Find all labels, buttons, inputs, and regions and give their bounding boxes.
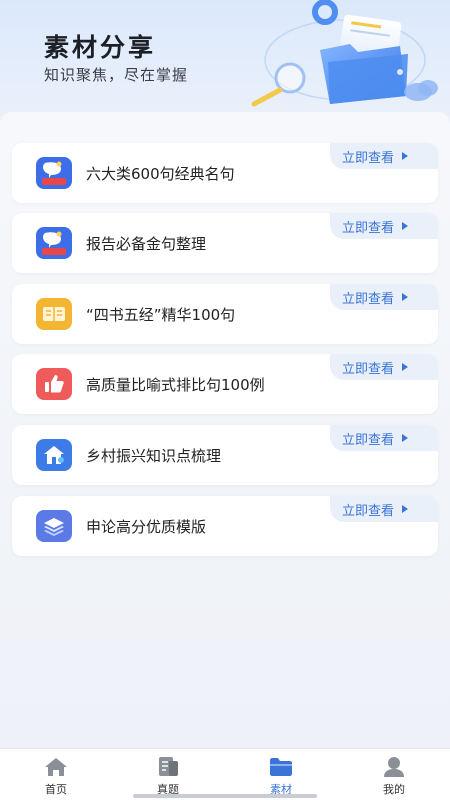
play-arrow-icon xyxy=(402,434,409,442)
thumbs-up-icon xyxy=(36,368,72,400)
card-label: 报告必备金句整理 xyxy=(86,235,207,253)
view-now-label: 立即查看 xyxy=(342,150,395,166)
play-arrow-icon xyxy=(402,293,409,301)
view-now-button[interactable]: 立即查看 xyxy=(330,496,438,522)
material-card-classics[interactable]: “四书五经”精华100句 立即查看 xyxy=(12,284,438,344)
six-categories-icon xyxy=(36,227,72,259)
book-icon xyxy=(36,298,72,330)
card-label: 高质量比喻式排比句100例 xyxy=(86,376,265,394)
profile-icon xyxy=(384,757,404,777)
material-card-essay-templates[interactable]: 申论高分优质模版 立即查看 xyxy=(12,496,438,556)
bottom-tab-bar: 首页 真题 素材 我的 xyxy=(0,748,450,800)
page-title: 素材分享 xyxy=(44,33,157,62)
view-now-label: 立即查看 xyxy=(342,361,395,377)
view-now-button[interactable]: 立即查看 xyxy=(330,354,438,380)
view-now-button[interactable]: 立即查看 xyxy=(330,143,438,169)
six-categories-icon xyxy=(36,157,72,189)
layers-icon xyxy=(36,510,72,542)
view-now-label: 立即查看 xyxy=(342,432,395,448)
material-card-famous-quotes[interactable]: 六大类600句经典名句 立即查看 xyxy=(12,143,438,203)
card-label: 乡村振兴知识点梳理 xyxy=(86,447,222,465)
play-arrow-icon xyxy=(402,363,409,371)
material-card-parallelism[interactable]: 高质量比喻式排比句100例 立即查看 xyxy=(12,354,438,414)
folder-icon xyxy=(270,758,292,776)
home-indicator xyxy=(133,794,317,798)
view-now-label: 立即查看 xyxy=(342,291,395,307)
play-arrow-icon xyxy=(402,505,409,513)
card-label: 六大类600句经典名句 xyxy=(86,165,235,183)
card-label: “四书五经”精华100句 xyxy=(86,306,236,324)
folder-magnifier-illustration xyxy=(251,0,438,107)
view-now-label: 立即查看 xyxy=(342,503,395,519)
view-now-button[interactable]: 立即查看 xyxy=(330,425,438,451)
page-subtitle: 知识聚焦，尽在掌握 xyxy=(44,66,189,84)
play-arrow-icon xyxy=(402,222,409,230)
material-card-rural-revitalization[interactable]: 乡村振兴知识点梳理 立即查看 xyxy=(12,425,438,485)
card-label: 申论高分优质模版 xyxy=(86,518,207,536)
tab-home[interactable]: 首页 xyxy=(0,749,112,800)
view-now-label: 立即查看 xyxy=(342,220,395,236)
document-icon xyxy=(159,757,178,776)
view-now-button[interactable]: 立即查看 xyxy=(330,213,438,239)
tab-exam-papers[interactable]: 真题 xyxy=(112,749,224,800)
house-icon xyxy=(36,439,72,471)
view-now-button[interactable]: 立即查看 xyxy=(330,284,438,310)
home-icon xyxy=(45,758,67,776)
material-card-report-quotes[interactable]: 报告必备金句整理 立即查看 xyxy=(12,213,438,273)
play-arrow-icon xyxy=(402,152,409,160)
tab-label: 我的 xyxy=(383,783,405,796)
tab-label: 首页 xyxy=(45,783,67,796)
tab-profile[interactable]: 我的 xyxy=(338,749,450,800)
tab-materials[interactable]: 素材 xyxy=(225,749,337,800)
